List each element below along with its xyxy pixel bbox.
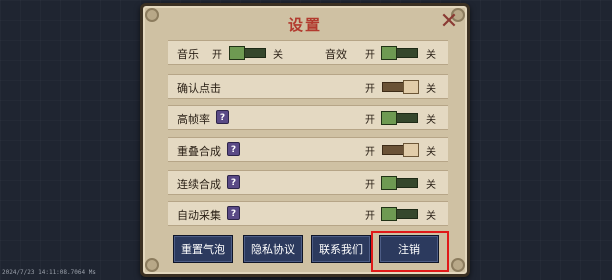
continuous-merge-toggle[interactable] [381,176,418,190]
privacy-policy-button[interactable]: 隐私协议 [243,235,303,263]
toggle-knob [403,143,419,157]
logout-highlight-box [371,231,449,272]
sfx-label: 音效 [325,48,347,61]
setting-label: 重叠合成 [177,145,221,158]
off-text: 关 [426,180,436,191]
sfx-toggle[interactable] [381,46,418,60]
sfx-off-text: 关 [426,50,436,61]
setting-row-high-fps: 高帧率 ? 开 关 [168,105,448,130]
contact-us-button[interactable]: 联系我们 [311,235,371,263]
off-text: 关 [426,211,436,222]
on-text: 开 [365,115,375,126]
help-icon[interactable]: ? [227,175,240,189]
help-icon[interactable]: ? [227,142,240,156]
overlap-merge-toggle[interactable] [382,143,419,157]
on-text: 开 [365,180,375,191]
corner-rivet [451,258,465,272]
help-icon[interactable]: ? [227,206,240,220]
music-toggle[interactable] [229,46,266,60]
off-text: 关 [426,147,436,158]
off-text: 关 [426,84,436,95]
sfx-on-text: 开 [365,50,375,61]
dialog-title: 设置 [287,16,322,34]
music-label: 音乐 [177,48,199,61]
setting-row-auto-collect: 自动采集 ? 开 关 [168,201,448,226]
music-off-text: 关 [273,50,283,61]
corner-rivet [145,258,159,272]
help-icon[interactable]: ? [216,110,229,124]
toggle-knob [229,46,245,60]
music-on-text: 开 [212,50,222,61]
confirm-click-toggle[interactable] [382,80,419,94]
setting-label: 确认点击 [177,82,221,95]
audio-row: 音乐 开 关 音效 开 关 [168,40,448,65]
status-text: 2024/7/23 14:11:08.7064 Ms [2,269,96,276]
setting-row-overlap-merge: 重叠合成 ? 开 关 [168,137,448,162]
setting-label: 高帧率 [177,113,210,126]
setting-row-continuous-merge: 连续合成 ? 开 关 [168,170,448,195]
high-fps-toggle[interactable] [381,111,418,125]
setting-row-confirm-click: 确认点击 开 关 [168,74,448,99]
off-text: 关 [426,115,436,126]
reset-bubbles-button[interactable]: 重置气泡 [173,235,233,263]
on-text: 开 [365,147,375,158]
toggle-knob [381,46,397,60]
on-text: 开 [365,84,375,95]
setting-label: 自动采集 [177,209,221,222]
toggle-knob [381,176,397,190]
toggle-knob [381,207,397,221]
close-icon[interactable]: ✕ [439,11,459,33]
toggle-knob [381,111,397,125]
toggle-knob [403,80,419,94]
auto-collect-toggle[interactable] [381,207,418,221]
on-text: 开 [365,211,375,222]
setting-label: 连续合成 [177,178,221,191]
